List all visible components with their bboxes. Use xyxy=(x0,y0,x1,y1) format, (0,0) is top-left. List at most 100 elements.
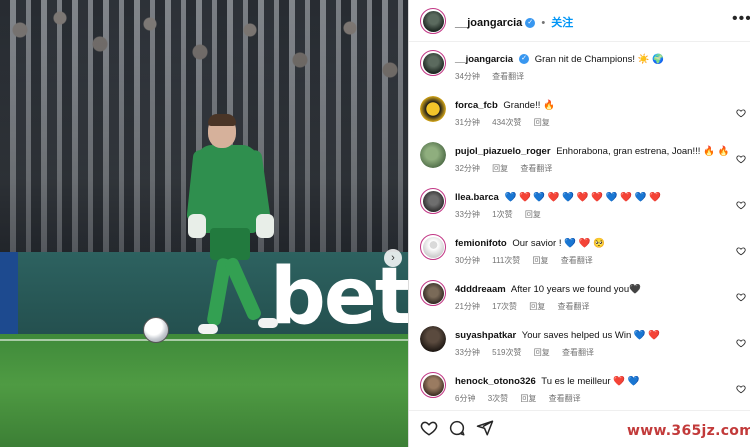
comment-line: femionifoto Our savior ! 💙 ❤️ 🥺 xyxy=(455,238,725,249)
comment-icon[interactable] xyxy=(448,419,466,437)
comment-item: forca_fcb Grande!! 🔥 31分钟 434次赞 回复 xyxy=(409,93,750,139)
heart-icon[interactable] xyxy=(736,197,746,210)
goalkeeper-boot xyxy=(258,318,278,328)
comment-item: pujol_piazuelo_roger Enhorabona, gran es… xyxy=(409,139,750,185)
comment-time: 33分钟 xyxy=(455,348,480,357)
comment-time: 30分钟 xyxy=(455,256,480,265)
heart-icon[interactable] xyxy=(736,381,746,394)
reply-button[interactable]: 回复 xyxy=(534,348,550,357)
avatar[interactable] xyxy=(420,142,446,168)
like-heart-icon[interactable] xyxy=(420,419,438,437)
verified-icon: ✓ xyxy=(519,54,530,65)
translate-link[interactable]: 查看翻译 xyxy=(558,302,590,311)
comment-username[interactable]: henock_otono326 xyxy=(455,376,536,387)
more-icon[interactable]: ••• xyxy=(732,10,750,28)
heart-icon[interactable] xyxy=(736,151,746,164)
comment-likes[interactable]: 434次赞 xyxy=(492,118,521,127)
caption-text: Gran nit de Champions! ☀️ 🌍 xyxy=(534,54,665,65)
comment-text: Our savior ! 💙 ❤️ 🥺 xyxy=(512,238,605,249)
comment-username[interactable]: femionifoto xyxy=(455,238,507,249)
caption-meta: 34分钟 查看翻译 xyxy=(455,71,534,82)
comment-likes[interactable]: 519次赞 xyxy=(492,348,521,357)
comment-likes[interactable]: 111次赞 xyxy=(492,256,520,265)
heart-icon[interactable] xyxy=(736,243,746,256)
comment-likes[interactable]: 17次赞 xyxy=(492,302,517,311)
reply-button[interactable]: 回复 xyxy=(534,118,550,127)
comment-meta: 33分钟 1次赞 回复 xyxy=(455,209,551,220)
post-header: __joangarcia ✓ • 关注 ••• xyxy=(409,0,750,42)
heart-icon[interactable] xyxy=(736,289,746,302)
translate-link[interactable]: 查看翻译 xyxy=(562,348,594,357)
comment-item: llea.barca 💙 ❤️ 💙 ❤️ 💙 ❤️ ❤️ 💙 ❤️ 💙 ❤️ 3… xyxy=(409,185,750,231)
goalkeeper-boot xyxy=(198,324,218,334)
pitch xyxy=(0,334,408,447)
goalkeeper-glove xyxy=(188,214,206,238)
follow-button[interactable]: 关注 xyxy=(551,17,573,29)
pitch-line xyxy=(0,339,408,341)
heart-icon[interactable] xyxy=(736,105,746,118)
share-icon[interactable] xyxy=(476,419,494,437)
comment-likes[interactable]: 3次赞 xyxy=(488,394,508,403)
caption-username[interactable]: __joangarcia xyxy=(455,54,513,65)
heart-icon[interactable] xyxy=(736,335,746,348)
comment-text: Tu es le meilleur ❤️ 💙 xyxy=(541,376,640,387)
avatar[interactable] xyxy=(420,372,446,398)
avatar[interactable] xyxy=(420,280,446,306)
avatar[interactable] xyxy=(420,8,446,34)
comment-meta: 6分钟 3次赞 回复 查看翻译 xyxy=(455,393,591,404)
comment-item: henock_otono326 Tu es le meilleur ❤️ 💙 6… xyxy=(409,369,750,415)
translate-link[interactable]: 查看翻译 xyxy=(549,394,581,403)
comment-meta: 30分钟 111次赞 回复 查看翻译 xyxy=(455,255,603,266)
comment-time: 21分钟 xyxy=(455,302,480,311)
reply-button[interactable]: 回复 xyxy=(520,394,536,403)
verified-icon: ✓ xyxy=(525,18,536,29)
comment-time: 33分钟 xyxy=(455,210,480,219)
comment-username[interactable]: 4dddreaam xyxy=(455,284,506,295)
caption-line: __joangarcia ✓ Gran nit de Champions! ☀️ … xyxy=(455,54,725,65)
header-username[interactable]: __joangarcia ✓ • 关注 xyxy=(455,14,573,30)
comment-meta: 21分钟 17次赞 回复 查看翻译 xyxy=(455,301,600,312)
reply-button[interactable]: 回复 xyxy=(525,210,541,219)
caption-time: 34分钟 xyxy=(455,72,480,81)
comment-meta: 33分钟 519次赞 回复 查看翻译 xyxy=(455,347,604,358)
translate-link[interactable]: 查看翻译 xyxy=(520,164,552,173)
next-arrow-icon[interactable]: › xyxy=(384,249,402,267)
translate-link[interactable]: 查看翻译 xyxy=(561,256,593,265)
avatar[interactable] xyxy=(420,188,446,214)
goalkeeper-glove xyxy=(256,214,274,238)
comment-line: 4dddreaam After 10 years we found you🖤 xyxy=(455,284,725,295)
reply-button[interactable]: 回复 xyxy=(533,256,549,265)
football xyxy=(143,317,169,343)
action-bar: www.365jz.com xyxy=(409,410,750,447)
comment-line: suyashpatkar Your saves helped us Win 💙 … xyxy=(455,330,725,341)
reply-button[interactable]: 回复 xyxy=(492,164,508,173)
comment-item: femionifoto Our savior ! 💙 ❤️ 🥺 30分钟 111… xyxy=(409,231,750,277)
comment-text: Enhorabona, gran estrena, Joan!!! 🔥 🔥 xyxy=(556,146,730,157)
reply-button[interactable]: 回复 xyxy=(529,302,545,311)
advertising-text: bet xyxy=(270,252,408,342)
comment-item: 4dddreaam After 10 years we found you🖤 2… xyxy=(409,277,750,323)
header-username-text[interactable]: __joangarcia xyxy=(455,17,522,29)
comment-username[interactable]: pujol_piazuelo_roger xyxy=(455,146,551,157)
goalkeeper-shorts xyxy=(210,228,250,260)
comment-text: 💙 ❤️ 💙 ❤️ 💙 ❤️ ❤️ 💙 ❤️ 💙 ❤️ xyxy=(504,192,661,203)
comment-meta: 32分钟 回复 查看翻译 xyxy=(455,163,562,174)
avatar[interactable] xyxy=(420,50,446,76)
comment-username[interactable]: llea.barca xyxy=(455,192,499,203)
comment-likes[interactable]: 1次赞 xyxy=(492,210,512,219)
watermark-text: www.365jz.com xyxy=(627,423,750,439)
comment-text: Your saves helped us Win 💙 ❤️ xyxy=(521,330,661,341)
post-photo[interactable]: bet › xyxy=(0,0,408,447)
avatar[interactable] xyxy=(420,326,446,352)
comment-line: llea.barca 💙 ❤️ 💙 ❤️ 💙 ❤️ ❤️ 💙 ❤️ 💙 ❤️ xyxy=(455,192,725,203)
comment-time: 31分钟 xyxy=(455,118,480,127)
avatar[interactable] xyxy=(420,96,446,122)
comment-time: 6分钟 xyxy=(455,394,476,403)
comment-line: henock_otono326 Tu es le meilleur ❤️ 💙 xyxy=(455,376,725,387)
comment-username[interactable]: suyashpatkar xyxy=(455,330,516,341)
comment-username[interactable]: forca_fcb xyxy=(455,100,498,111)
comment-text: After 10 years we found you🖤 xyxy=(510,284,641,295)
translate-link[interactable]: 查看翻译 xyxy=(492,72,524,81)
comment-text: Grande!! 🔥 xyxy=(503,100,555,111)
avatar[interactable] xyxy=(420,234,446,260)
